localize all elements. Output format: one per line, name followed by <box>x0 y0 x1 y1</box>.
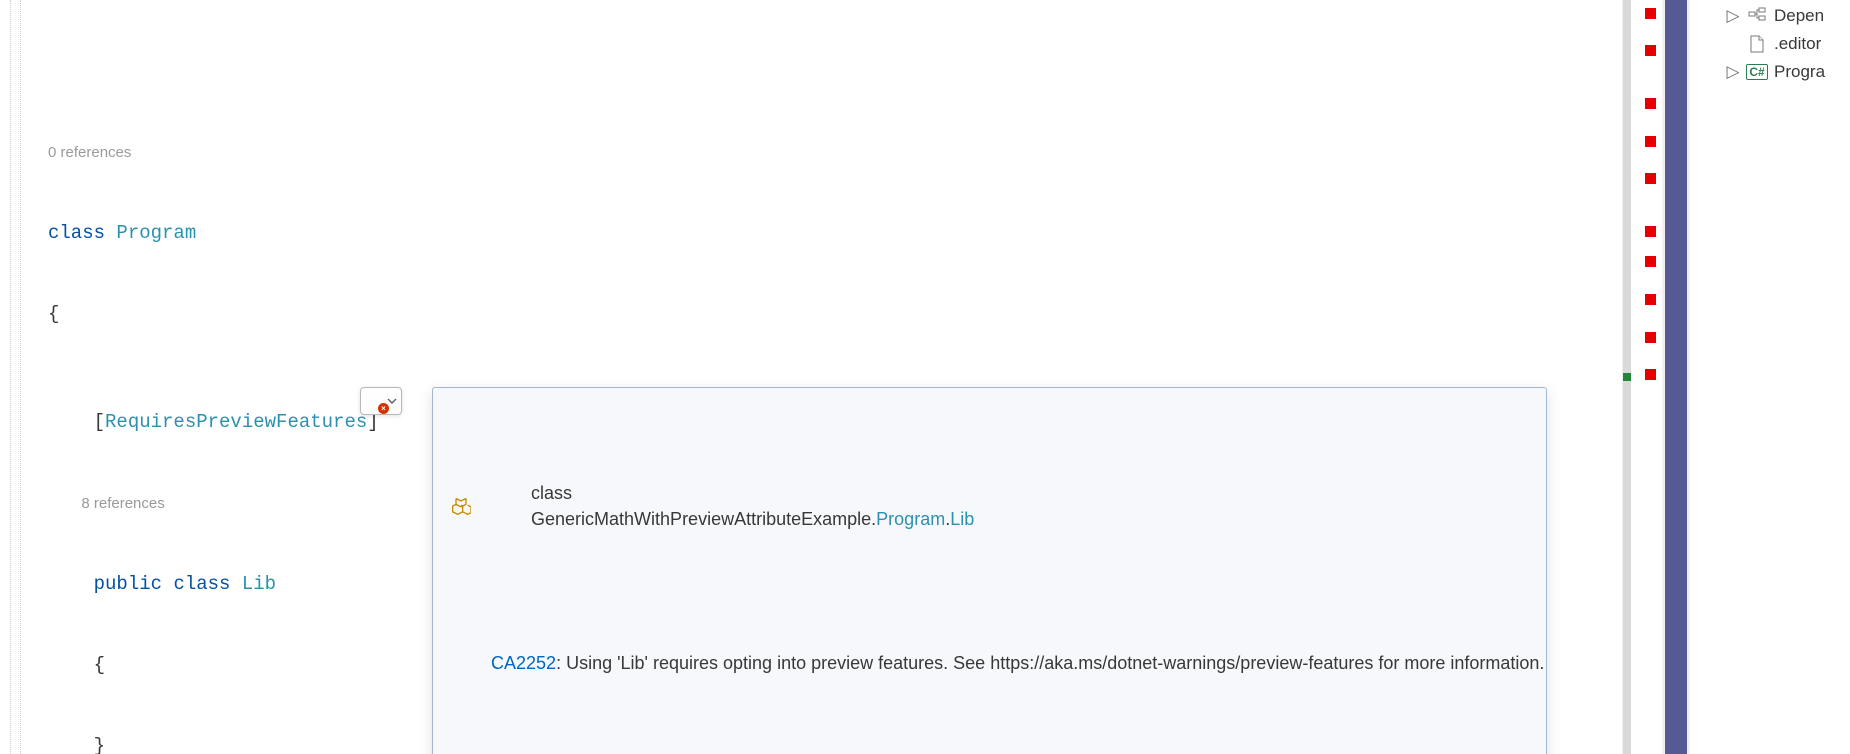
quick-actions-button[interactable]: × <box>360 387 402 415</box>
code-line[interactable]: { <box>48 301 1622 328</box>
diagnostic-tooltip: class GenericMathWithPreviewAttributeExa… <box>432 387 1547 754</box>
panel-splitter[interactable] <box>1662 0 1690 754</box>
error-marker[interactable] <box>1645 8 1656 19</box>
error-marker[interactable] <box>1645 226 1656 237</box>
expand-twisty-icon[interactable]: ▷ <box>1726 62 1740 82</box>
file-icon <box>1748 35 1766 53</box>
chevron-down-icon <box>387 396 397 406</box>
change-marker <box>1623 373 1631 381</box>
error-marker[interactable] <box>1645 369 1656 380</box>
solution-explorer[interactable]: ▷ Depen .editor ▷ C# Progra <box>1690 0 1850 754</box>
diagnostic-message: : Using 'Lib' requires opting into previ… <box>556 653 1544 673</box>
error-marker[interactable] <box>1645 256 1656 267</box>
error-marker[interactable] <box>1645 136 1656 147</box>
solution-item[interactable]: ▷ C# Progra <box>1690 58 1850 86</box>
tooltip-namespace: GenericMathWithPreviewAttributeExample <box>531 509 871 529</box>
cs-icon: C# <box>1748 63 1766 81</box>
error-marker[interactable] <box>1645 332 1656 343</box>
solution-item-label: Depen <box>1774 6 1824 26</box>
solution-item[interactable]: ▷ Depen <box>1690 2 1850 30</box>
diagnostic-code-link[interactable]: CA2252 <box>491 653 556 673</box>
overview-ruler[interactable] <box>1622 0 1662 754</box>
solution-item[interactable]: .editor <box>1690 30 1850 58</box>
code-editor[interactable]: 0 references class Program { [RequiresPr… <box>0 0 1622 754</box>
error-marker[interactable] <box>1645 45 1656 56</box>
expand-twisty-icon[interactable]: ▷ <box>1726 6 1740 26</box>
error-marker[interactable] <box>1645 173 1656 184</box>
solution-item-label: Progra <box>1774 62 1825 82</box>
tooltip-kind: class <box>531 483 572 503</box>
error-marker[interactable] <box>1645 294 1656 305</box>
tooltip-type-program: Program <box>876 509 945 529</box>
error-badge-icon: × <box>378 403 389 414</box>
solution-item-label: .editor <box>1774 34 1821 54</box>
class-icon <box>451 496 471 516</box>
codelens[interactable]: 0 references <box>48 139 1622 166</box>
error-marker[interactable] <box>1645 98 1656 109</box>
code-line[interactable]: class Program <box>48 220 1622 247</box>
tooltip-type-lib: Lib <box>950 509 974 529</box>
lightbulb-icon: × <box>367 392 385 410</box>
deps-icon <box>1748 7 1766 25</box>
